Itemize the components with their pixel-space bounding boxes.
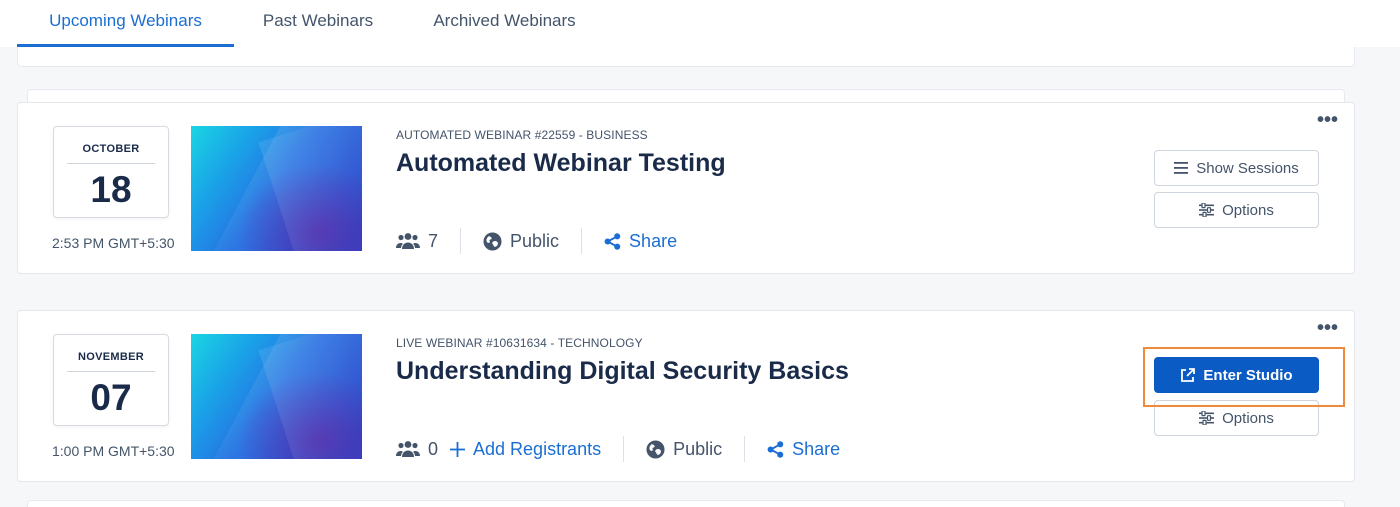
globe-icon: [646, 439, 665, 459]
options-button[interactable]: Options: [1154, 192, 1319, 228]
webinar-tabs: Upcoming Webinars Past Webinars Archived…: [0, 0, 1400, 47]
attendee-count-value: 7: [428, 230, 439, 251]
card-stub-top: [17, 47, 1355, 67]
webinar-eyebrow: AUTOMATED WEBINAR #22559 - BUSINESS: [396, 128, 648, 142]
meta-divider: [460, 228, 462, 254]
date-divider: [67, 371, 155, 372]
webinar-meta: 0 Add Registrants Public Share: [396, 435, 840, 463]
date-badge: OCTOBER 18: [53, 126, 169, 218]
visibility: Public: [483, 231, 559, 252]
users-icon: [396, 440, 420, 458]
share-icon: [767, 440, 784, 458]
share-label: Share: [629, 230, 678, 251]
date-divider: [67, 163, 155, 164]
visibility-label: Public: [510, 230, 560, 251]
add-registrants-link[interactable]: Add Registrants: [450, 439, 601, 460]
add-registrants-label: Add Registrants: [473, 438, 602, 459]
plus-icon: [450, 441, 466, 457]
webinar-time: 1:00 PM GMT+5:30: [52, 443, 175, 459]
share-icon: [604, 232, 621, 250]
webinar-thumbnail[interactable]: [191, 126, 362, 251]
webinar-title[interactable]: Automated Webinar Testing: [396, 149, 726, 178]
sliders-icon: [1199, 411, 1215, 425]
webinar-meta: 7 Public Share: [396, 227, 677, 255]
options-label: Options: [1222, 201, 1274, 219]
options-label: Options: [1222, 409, 1274, 427]
list-icon: [1174, 162, 1189, 174]
meta-divider: [581, 228, 583, 254]
sliders-icon: [1199, 203, 1215, 217]
webinar-eyebrow: LIVE WEBINAR #10631634 - TECHNOLOGY: [396, 336, 643, 350]
visibility: Public: [646, 439, 722, 460]
users-icon: [396, 232, 420, 250]
meta-divider: [744, 436, 746, 462]
visibility-label: Public: [673, 438, 723, 459]
share-link[interactable]: Share: [767, 439, 840, 460]
card-stub-peek: [27, 89, 1345, 103]
show-sessions-label: Show Sessions: [1196, 159, 1299, 177]
webinar-thumbnail[interactable]: [191, 334, 362, 459]
date-day: 07: [90, 377, 132, 418]
webinar-card: NOVEMBER 07 1:00 PM GMT+5:30 LIVE WEBINA…: [17, 310, 1355, 482]
attendee-count: 7: [396, 231, 438, 252]
meta-divider: [623, 436, 625, 462]
more-options-icon[interactable]: •••: [1317, 318, 1338, 338]
webinar-time: 2:53 PM GMT+5:30: [52, 235, 175, 251]
tab-upcoming-webinars[interactable]: Upcoming Webinars: [17, 0, 234, 47]
date-badge: NOVEMBER 07: [53, 334, 169, 426]
date-month: NOVEMBER: [78, 351, 144, 363]
date-day: 18: [90, 169, 132, 210]
highlight-box: [1143, 347, 1345, 407]
share-link[interactable]: Share: [604, 231, 677, 252]
globe-icon: [483, 231, 502, 251]
attendee-count-value: 0: [428, 438, 439, 459]
tab-past-webinars[interactable]: Past Webinars: [243, 0, 393, 47]
webinar-title[interactable]: Understanding Digital Security Basics: [396, 357, 849, 386]
more-options-icon[interactable]: •••: [1317, 110, 1338, 130]
show-sessions-button[interactable]: Show Sessions: [1154, 150, 1319, 186]
attendee-count: 0: [396, 439, 438, 460]
card-stub-bottom: [27, 500, 1345, 507]
date-month: OCTOBER: [82, 143, 140, 155]
share-label: Share: [792, 438, 841, 459]
tab-archived-webinars[interactable]: Archived Webinars: [412, 0, 597, 47]
webinar-card: OCTOBER 18 2:53 PM GMT+5:30 AUTOMATED WE…: [17, 102, 1355, 274]
